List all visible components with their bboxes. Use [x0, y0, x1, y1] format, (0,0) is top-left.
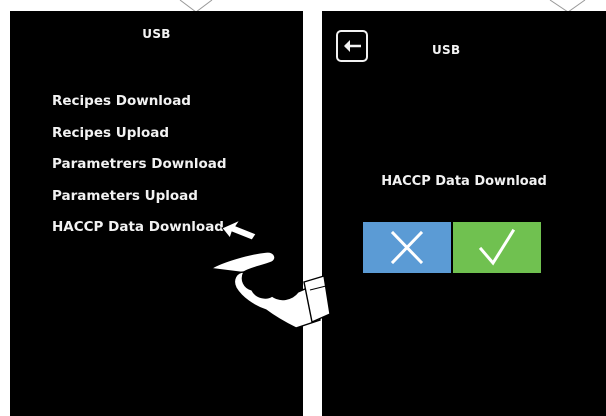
menu-item-recipes-download[interactable]: Recipes Download: [52, 91, 227, 123]
checkmark-icon: [478, 228, 516, 266]
screen-title: USB: [142, 27, 171, 41]
back-arrow-icon: [344, 40, 361, 52]
back-button[interactable]: [336, 30, 368, 62]
menu-item-parameters-download[interactable]: Parametrers Download: [52, 154, 227, 186]
menu-item-recipes-upload[interactable]: Recipes Upload: [52, 123, 227, 155]
confirm-button[interactable]: [453, 222, 541, 273]
cancel-button[interactable]: [363, 222, 451, 273]
screen-title: USB: [432, 43, 461, 57]
manual-illustration: USB Recipes Download Recipes Upload Para…: [0, 0, 606, 416]
x-icon: [390, 230, 424, 265]
confirm-prompt: HACCP Data Download: [381, 174, 547, 189]
confirm-screen: USB HACCP Data Download: [322, 11, 606, 416]
hand-pointer-icon: [211, 218, 330, 329]
